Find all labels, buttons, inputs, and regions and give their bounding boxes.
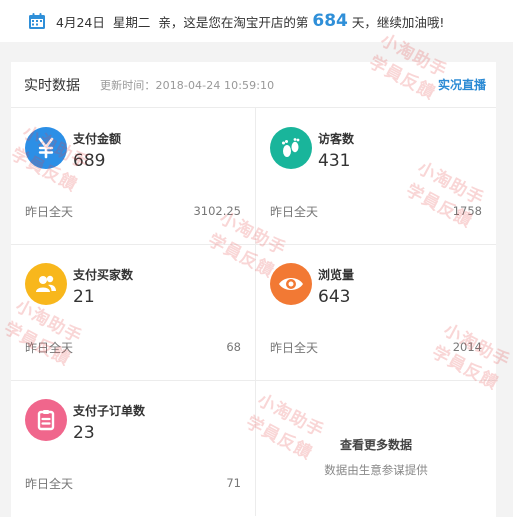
metric-label: 访客数 xyxy=(318,132,355,146)
buyers-icon xyxy=(25,263,67,305)
metric-card-visitors[interactable]: 访客数 431 昨日全天 1758 xyxy=(256,108,496,244)
metric-label: 支付买家数 xyxy=(73,268,134,282)
update-time: 更新时间：2018-04-24 10:59:10 xyxy=(100,78,275,92)
realtime-data-panel: 实时数据 更新时间：2018-04-24 10:59:10 实况直播 支付金额 … xyxy=(11,62,496,517)
metric-value: 431 xyxy=(318,151,351,171)
order-icon xyxy=(25,399,67,441)
today-date: 4月24日 xyxy=(56,14,105,30)
greeting-suffix: 天，继续加油哦! xyxy=(351,14,445,30)
metric-yesterday-label: 昨日全天 xyxy=(25,341,74,355)
panel-header: 实时数据 更新时间：2018-04-24 10:59:10 实况直播 xyxy=(11,62,496,108)
metric-card-paying-buyers[interactable]: 支付买家数 21 昨日全天 68 xyxy=(11,244,256,380)
yuan-icon xyxy=(25,127,67,169)
metric-yesterday-label: 昨日全天 xyxy=(25,477,74,491)
top-greeting-bar: 4月24日 星期二 亲，这是您在淘宝开店的第 684 天，继续加油哦! xyxy=(0,0,513,42)
metric-label: 支付金额 xyxy=(73,132,122,146)
metric-label: 支付子订单数 xyxy=(73,404,146,418)
metric-yesterday-value: 1758 xyxy=(452,204,482,218)
calendar-icon xyxy=(29,13,45,29)
today-weekday: 星期二 xyxy=(112,14,151,30)
metric-yesterday-value: 68 xyxy=(226,340,241,354)
greeting-prefix: 亲，这是您在淘宝开店的第 xyxy=(158,14,309,30)
metric-value: 643 xyxy=(318,287,351,307)
eye-icon xyxy=(270,263,312,305)
metric-yesterday-value: 2014 xyxy=(452,340,482,354)
panel-title: 实时数据 xyxy=(24,77,80,94)
metric-card-page-views[interactable]: 浏览量 643 昨日全天 2014 xyxy=(256,244,496,380)
metric-yesterday-label: 昨日全天 xyxy=(270,205,319,219)
metric-yesterday-label: 昨日全天 xyxy=(25,205,74,219)
view-more-data-link[interactable]: 查看更多数据 xyxy=(256,436,496,453)
metric-label: 浏览量 xyxy=(318,268,355,282)
metric-yesterday-label: 昨日全天 xyxy=(270,341,319,355)
view-more-box: 查看更多数据 数据由生意参谋提供 xyxy=(256,380,496,516)
metric-yesterday-value: 3102.25 xyxy=(193,204,241,218)
metric-card-payment-amount[interactable]: 支付金额 689 昨日全天 3102.25 xyxy=(11,108,256,244)
metric-card-paid-sub-orders[interactable]: 支付子订单数 23 昨日全天 71 xyxy=(11,380,256,516)
data-source-note: 数据由生意参谋提供 xyxy=(324,463,428,477)
metric-value: 689 xyxy=(73,151,106,171)
metric-value: 21 xyxy=(73,287,95,307)
footprint-icon xyxy=(270,127,312,169)
metric-value: 23 xyxy=(73,423,95,443)
shop-days-count: 684 xyxy=(312,11,348,31)
live-broadcast-link[interactable]: 实况直播 xyxy=(438,76,486,93)
metric-yesterday-value: 71 xyxy=(226,476,241,490)
